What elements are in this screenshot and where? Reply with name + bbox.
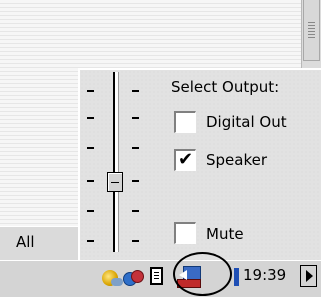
weather-icon[interactable] <box>102 270 123 286</box>
volume-slider-track[interactable] <box>113 72 119 252</box>
mute-label[interactable]: Mute <box>206 225 244 243</box>
background-scrollbar-thumb[interactable] <box>303 0 320 61</box>
volume-tick <box>132 180 139 182</box>
digital-out-label[interactable]: Digital Out <box>206 113 287 131</box>
highlight-circle <box>173 252 232 296</box>
volume-tick <box>132 117 139 119</box>
taskbar-clock[interactable]: 19:39 <box>243 266 286 284</box>
volume-tick <box>132 147 139 149</box>
tab-all-label: All <box>16 233 35 251</box>
tray-separator <box>234 268 239 286</box>
network-icon[interactable] <box>123 268 144 286</box>
triangle-right-icon[interactable] <box>300 265 317 287</box>
volume-tick <box>87 117 94 119</box>
clipboard-icon[interactable] <box>150 267 163 285</box>
volume-tick <box>132 240 139 242</box>
volume-tick <box>132 90 139 92</box>
select-output-label: Select Output: <box>171 78 280 96</box>
volume-tick <box>87 90 94 92</box>
volume-tick <box>87 240 94 242</box>
digital-out-checkbox[interactable] <box>174 111 196 133</box>
volume-tick <box>87 147 94 149</box>
volume-tick <box>87 210 94 212</box>
volume-slider-knob[interactable] <box>107 172 123 192</box>
tab-all[interactable]: All <box>0 226 78 261</box>
speaker-label[interactable]: Speaker <box>206 151 267 169</box>
speaker-checkbox[interactable]: ✔ <box>174 149 196 171</box>
volume-tick <box>87 180 94 182</box>
mute-checkbox[interactable] <box>174 222 196 244</box>
volume-tick <box>132 210 139 212</box>
